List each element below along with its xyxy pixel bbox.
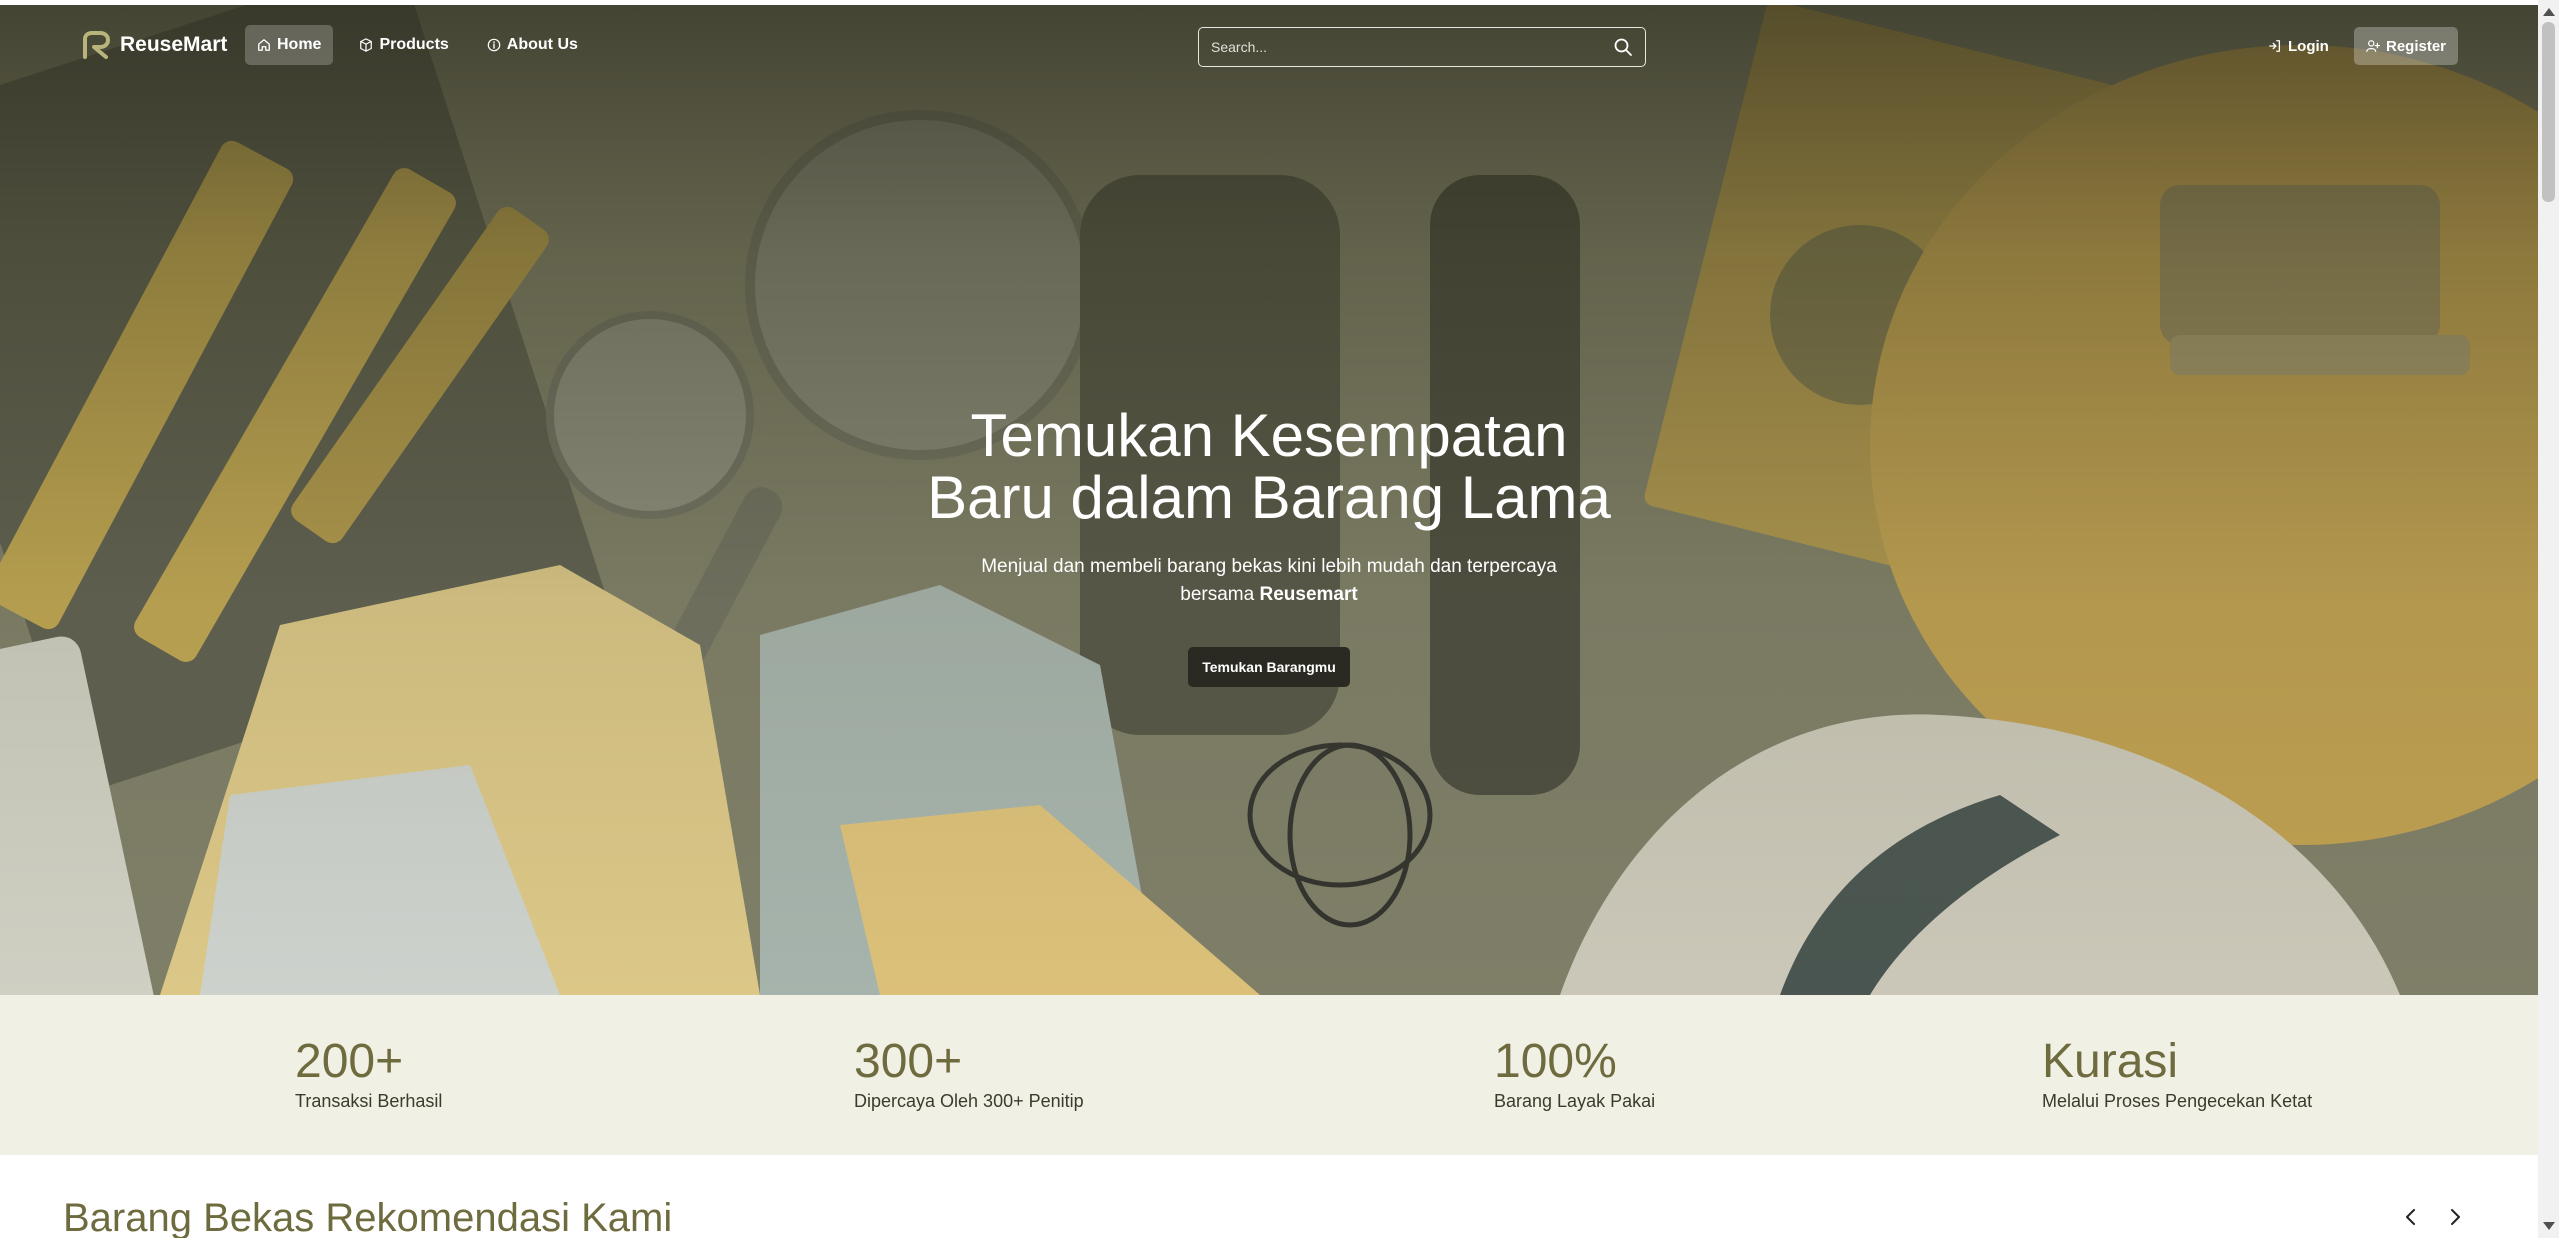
stat-label: Dipercaya Oleh 300+ Penitip [854, 1091, 1084, 1111]
search-icon[interactable] [1613, 37, 1633, 57]
nav-about-label: About Us [506, 36, 578, 53]
stat-value: 200+ [295, 1035, 404, 1088]
scroll-down-arrow-icon[interactable] [2543, 1222, 2555, 1230]
stat-transactions: 200+ Transaksi Berhasil [295, 1035, 442, 1112]
find-items-button[interactable]: Temukan Barangmu [1188, 647, 1350, 687]
nav-home-label: Home [277, 36, 322, 53]
reusemart-logo-icon [83, 31, 110, 59]
search-input[interactable] [1211, 39, 1613, 55]
nav-links: Home Products About Us [245, 25, 590, 65]
stat-consignors: 300+ Dipercaya Oleh 300+ Penitip [854, 1035, 1084, 1112]
recommendations-title: Barang Bekas Rekomendasi Kami [63, 1196, 673, 1238]
hero-title: Temukan Kesempatan Baru dalam Barang Lam… [0, 405, 2538, 529]
nav-products-label: Products [379, 36, 449, 53]
box-icon [360, 38, 373, 52]
register-label: Register [2385, 37, 2447, 55]
chevron-right-icon [2451, 1209, 2460, 1225]
stat-value: 300+ [854, 1035, 963, 1088]
login-icon [2269, 40, 2281, 52]
stat-curation: Kurasi Melalui Proses Pengecekan Ketat [2042, 1035, 2312, 1112]
navbar: ReuseMart Home Products About Us Login [0, 5, 2538, 85]
scroll-thumb[interactable] [2542, 22, 2555, 202]
stat-value: Kurasi [2042, 1035, 2179, 1088]
brand-name: ReuseMart [120, 33, 228, 56]
hero-subtitle-line-2: bersama Reusemart [0, 581, 2538, 609]
login-button[interactable]: Login [2260, 27, 2337, 65]
hero-subtitle-prefix: bersama [1180, 584, 1260, 605]
hero-subtitle-line-1: Menjual dan membeli barang bekas kini le… [981, 556, 1557, 577]
nav-products[interactable]: Products [347, 25, 460, 65]
stat-label: Transaksi Berhasil [295, 1091, 443, 1111]
nav-about[interactable]: About Us [475, 25, 590, 65]
register-button[interactable]: Register [2354, 27, 2458, 65]
hero-subtitle-brand: Reusemart [1259, 584, 1358, 605]
stat-value: 100% [1494, 1035, 1617, 1088]
scroll-up-arrow-icon[interactable] [2543, 8, 2555, 16]
nav-home[interactable]: Home [245, 25, 334, 65]
stats-section: 200+ Transaksi Berhasil 300+ Dipercaya O… [0, 995, 2538, 1155]
page: ReuseMart Home Products About Us Login [0, 0, 2538, 1238]
info-icon [487, 38, 501, 52]
chevron-left-icon [2406, 1209, 2415, 1225]
carousel-prev-button[interactable] [2400, 1206, 2424, 1230]
carousel-next-button[interactable] [2444, 1206, 2468, 1230]
login-label: Login [2288, 37, 2329, 55]
stat-quality: 100% Barang Layak Pakai [1494, 1035, 1655, 1112]
hero-title-line-2: Baru dalam Barang Lama [927, 464, 1611, 531]
scrollbar[interactable] [2538, 0, 2559, 1238]
stat-label: Barang Layak Pakai [1494, 1091, 1656, 1111]
hero-subtitle: Menjual dan membeli barang bekas kini le… [0, 553, 2538, 609]
home-icon [258, 39, 270, 51]
stat-label: Melalui Proses Pengecekan Ketat [2042, 1091, 2313, 1111]
hero-title-line-1: Temukan Kesempatan [970, 402, 1568, 469]
search-bar[interactable] [1198, 27, 1646, 67]
hero-content: Temukan Kesempatan Baru dalam Barang Lam… [0, 405, 2538, 687]
brand[interactable]: ReuseMart [80, 29, 227, 61]
user-plus-icon [2366, 40, 2380, 52]
